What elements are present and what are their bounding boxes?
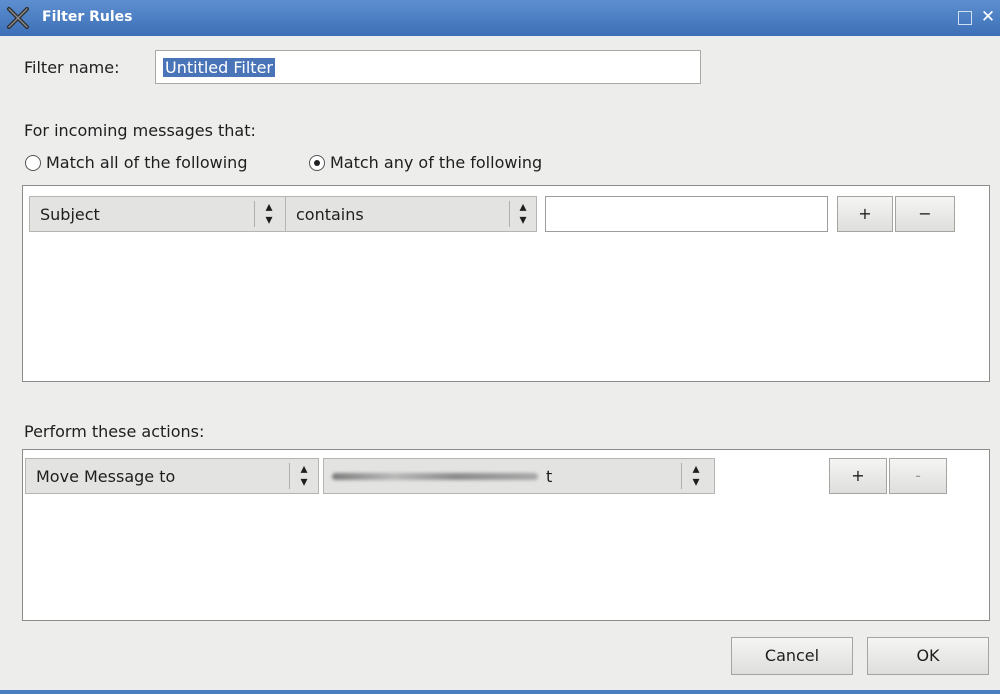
add-action-button[interactable]: + <box>829 458 887 494</box>
filter-name-label: Filter name: <box>24 58 120 77</box>
rule-field-value: Subject <box>40 205 100 224</box>
close-icon[interactable]: ✕ <box>980 9 996 26</box>
ok-button[interactable]: OK <box>867 637 989 675</box>
action-target-select[interactable]: t ▴ ▾ <box>323 458 715 494</box>
redacted-folder-name <box>332 473 538 480</box>
remove-rule-button[interactable]: − <box>895 196 955 232</box>
window-title: Filter Rules <box>42 9 133 25</box>
rule-field-select[interactable]: Subject ▴ ▾ <box>29 196 302 232</box>
match-any-label[interactable]: Match any of the following <box>330 153 542 172</box>
cancel-button[interactable]: Cancel <box>731 637 853 675</box>
rules-panel: Subject ▴ ▾ contains ▴ ▾ + − <box>22 185 990 382</box>
match-all-radio[interactable] <box>25 155 41 171</box>
filter-name-input[interactable]: Untitled Filter <box>155 50 701 84</box>
updown-arrow-icon: ▴ ▾ <box>692 461 700 490</box>
actions-heading: Perform these actions: <box>24 422 205 441</box>
match-all-label[interactable]: Match all of the following <box>46 153 247 172</box>
rule-operator-value: contains <box>296 205 364 224</box>
combo-separator <box>681 463 682 489</box>
combo-separator <box>254 201 255 227</box>
combo-separator <box>289 463 290 489</box>
updown-arrow-icon: ▴ ▾ <box>519 199 527 228</box>
actions-panel: Move Message to ▴ ▾ t ▴ ▾ + - <box>22 449 990 621</box>
updown-arrow-icon: ▴ ▾ <box>300 461 308 490</box>
x-icon <box>7 7 29 29</box>
maximize-icon[interactable] <box>958 11 972 25</box>
action-target-suffix: t <box>546 467 553 486</box>
action-type-value: Move Message to <box>36 467 176 486</box>
combo-separator <box>509 201 510 227</box>
window-bottom-border <box>0 690 1000 694</box>
filter-name-value: Untitled Filter <box>163 58 275 77</box>
incoming-heading: For incoming messages that: <box>24 121 256 140</box>
rule-value-input[interactable] <box>545 196 828 232</box>
match-any-radio[interactable] <box>309 155 325 171</box>
rule-operator-select[interactable]: contains ▴ ▾ <box>285 196 537 232</box>
action-type-select[interactable]: Move Message to ▴ ▾ <box>25 458 319 494</box>
add-rule-button[interactable]: + <box>837 196 893 232</box>
updown-arrow-icon: ▴ ▾ <box>265 199 273 228</box>
remove-action-button[interactable]: - <box>889 458 947 494</box>
title-bar: Filter Rules ✕ <box>0 0 1000 36</box>
